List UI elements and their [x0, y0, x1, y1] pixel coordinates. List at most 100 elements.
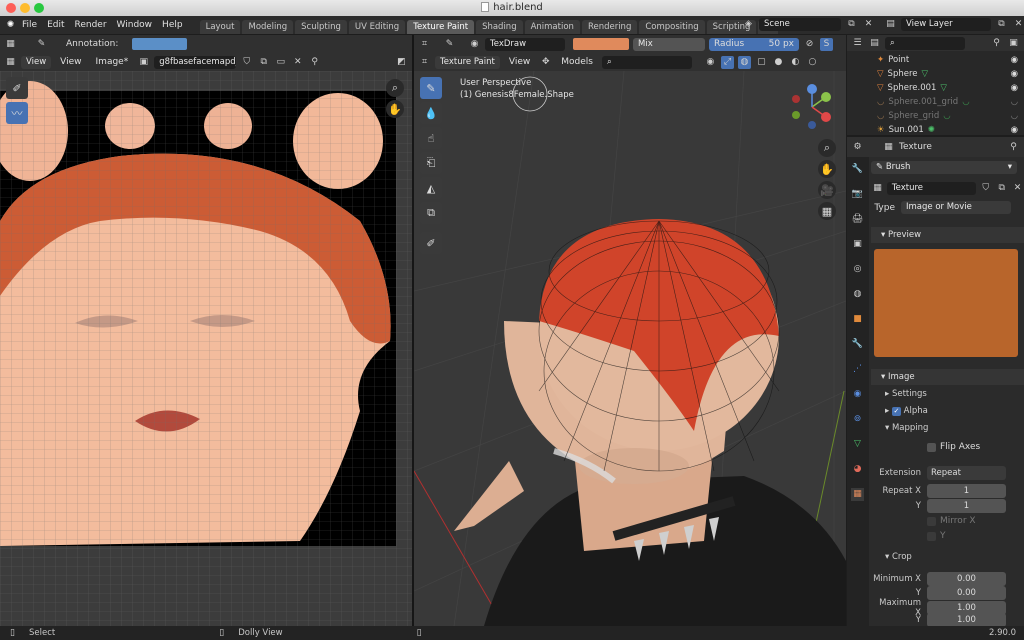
crop-subpanel[interactable]: ▾ Crop: [871, 549, 1024, 565]
camera-view-icon[interactable]: 🎥: [818, 181, 836, 199]
brush-tool-icon[interactable]: ✎: [443, 38, 456, 51]
menu-models[interactable]: Models: [556, 57, 598, 67]
rendered-shading-icon[interactable]: ○: [806, 56, 819, 69]
image-editor-canvas[interactable]: ✐ 〰 ⌕ ✋: [0, 71, 412, 626]
view-layer-tab-icon[interactable]: ▣: [851, 238, 864, 251]
menu-help[interactable]: Help: [157, 20, 188, 30]
physics-tab-icon[interactable]: ◉: [851, 388, 864, 401]
fill-tool-icon[interactable]: ◭: [420, 177, 442, 199]
outliner-item-sphere-001[interactable]: ▽ Sphere.001 ▽ ◉: [847, 81, 1024, 95]
copy-view-layer-icon[interactable]: ⧉: [995, 18, 1008, 31]
unlink-texture-icon[interactable]: ✕: [1011, 182, 1024, 195]
scene-name-field[interactable]: Scene: [759, 18, 841, 31]
mirror-y-row[interactable]: Y: [927, 531, 946, 541]
visibility-eye-icon[interactable]: ◉: [704, 56, 717, 69]
brush-texture-selector[interactable]: ✎ Brush ▾: [871, 161, 1017, 174]
preview-panel-header[interactable]: ▾ Preview: [871, 227, 1024, 243]
tab-layout[interactable]: Layout: [199, 20, 241, 34]
eye-icon[interactable]: ◉: [1011, 81, 1018, 95]
eye-closed-icon[interactable]: ◡: [1011, 95, 1018, 109]
xray-icon[interactable]: ▢: [755, 56, 768, 69]
outliner-item-point[interactable]: ✦ Point ◉: [847, 53, 1024, 67]
object-tab-icon[interactable]: ■: [851, 313, 864, 326]
new-image-icon[interactable]: ⧉: [257, 56, 270, 69]
close-window-button[interactable]: [6, 3, 16, 13]
mirror-x-row[interactable]: Mirror X: [927, 516, 976, 526]
zoom-window-button[interactable]: [34, 3, 44, 13]
fake-user-icon[interactable]: ⛉: [979, 182, 992, 195]
outliner-item-sphere[interactable]: ▽ Sphere ▽ ◉: [847, 67, 1024, 81]
copy-scene-icon[interactable]: ⧉: [845, 18, 858, 31]
mode-dropdown[interactable]: Texture Paint: [435, 55, 500, 69]
tool-tab-icon[interactable]: 🔧: [851, 163, 864, 176]
repeat-y-field[interactable]: 1: [927, 498, 1006, 513]
menu-edit[interactable]: Edit: [42, 20, 69, 30]
overlay-icon[interactable]: ◍: [737, 55, 751, 69]
editor-type-3d-icon[interactable]: ⌗: [418, 38, 431, 51]
menu-render[interactable]: Render: [70, 20, 112, 30]
pin-properties-icon[interactable]: ⚲: [1007, 141, 1020, 154]
tab-modeling[interactable]: Modeling: [242, 20, 294, 34]
draw-brush-tool-icon[interactable]: ✎: [420, 77, 442, 99]
search-field[interactable]: ⌕: [601, 55, 692, 69]
editor-type-icon[interactable]: ▦: [4, 38, 17, 51]
menu-view-3d[interactable]: View: [504, 57, 535, 67]
tab-sculpting[interactable]: Sculpting: [295, 20, 347, 34]
blend-mode-dropdown[interactable]: Mix: [633, 37, 705, 51]
menu-view[interactable]: View: [55, 57, 86, 67]
eye-icon[interactable]: ◉: [1011, 123, 1018, 137]
brush-color-swatch[interactable]: [573, 38, 629, 50]
settings-subpanel[interactable]: ▸ Settings: [871, 386, 1024, 402]
menu-image[interactable]: Image*: [91, 57, 134, 67]
annotation-color-swatch[interactable]: [132, 38, 188, 50]
max-x-field[interactable]: 1.00: [927, 600, 1006, 615]
extension-dropdown[interactable]: Repeat: [927, 465, 1006, 480]
output-tab-icon[interactable]: 🖨: [851, 213, 864, 226]
brush-preview-icon[interactable]: ◉: [468, 38, 481, 51]
pressure-radius-icon[interactable]: ⊘: [803, 38, 816, 51]
mask-tool-icon[interactable]: ⧉: [420, 202, 442, 224]
clone-tool-icon[interactable]: ⎗: [420, 152, 442, 174]
duplicate-texture-icon[interactable]: ⧉: [995, 182, 1008, 195]
tab-compositing[interactable]: Compositing: [639, 20, 705, 34]
open-image-folder-icon[interactable]: ▭: [274, 56, 287, 69]
image-editor-icon[interactable]: ▦: [4, 56, 17, 69]
texture-name-field[interactable]: Texture: [886, 182, 977, 195]
tab-shading[interactable]: Shading: [476, 20, 523, 34]
pan-view-icon[interactable]: ✋: [818, 160, 836, 178]
zoom-icon[interactable]: ⌕: [386, 79, 404, 97]
outliner-item-sphere-001-grid[interactable]: ◡ Sphere.001_grid ◡ ◡: [847, 95, 1024, 109]
modifier-tab-icon[interactable]: 🔧: [851, 338, 864, 351]
filter-icon[interactable]: ⚲: [990, 37, 1003, 50]
eye-icon[interactable]: ◉: [1011, 67, 1018, 81]
scene-tab-icon[interactable]: ◎: [851, 263, 864, 276]
pan-hand-icon[interactable]: ✋: [386, 100, 404, 118]
menu-window[interactable]: Window: [112, 20, 158, 30]
radius-slider[interactable]: Radius 50 px: [709, 37, 799, 51]
unlink-image-icon[interactable]: ✕: [291, 56, 304, 69]
image-name-field[interactable]: g8fbasefacemapd_...: [154, 55, 237, 69]
sample-tool-icon[interactable]: ✐: [6, 77, 28, 99]
image-browse-icon[interactable]: ▣: [137, 56, 150, 69]
remove-scene-icon[interactable]: ✕: [862, 18, 875, 31]
tab-rendering[interactable]: Rendering: [581, 20, 638, 34]
outliner-item-sun-001[interactable]: ☀ Sun.001 ✺ ◉: [847, 123, 1024, 137]
transform-orientation-icon[interactable]: ✥: [539, 56, 552, 69]
pin-icon[interactable]: ⚲: [308, 56, 321, 69]
flip-axes-row[interactable]: Flip Axes: [927, 442, 980, 452]
data-tab-icon[interactable]: ▽: [851, 438, 864, 451]
material-shading-icon[interactable]: ◐: [789, 56, 802, 69]
tab-animation[interactable]: Animation: [524, 20, 580, 34]
render-tab-icon[interactable]: 📷: [851, 188, 864, 201]
texture-browse-icon[interactable]: ▦: [871, 182, 884, 195]
view-mode-dropdown[interactable]: View: [21, 55, 52, 69]
editor-type-icon-2[interactable]: ⌗: [418, 56, 431, 69]
display-channels-icon[interactable]: ◩: [395, 56, 408, 69]
gizmo-icon[interactable]: ⤢: [720, 55, 734, 69]
outliner-search[interactable]: ⌕: [885, 36, 965, 50]
ortho-grid-icon[interactable]: ▦: [818, 202, 836, 220]
max-y-field[interactable]: 1.00: [927, 614, 1006, 626]
eye-icon[interactable]: ◉: [1011, 53, 1018, 67]
min-x-field[interactable]: 0.00: [927, 571, 1006, 586]
brush-name-field[interactable]: TexDraw: [485, 37, 565, 51]
